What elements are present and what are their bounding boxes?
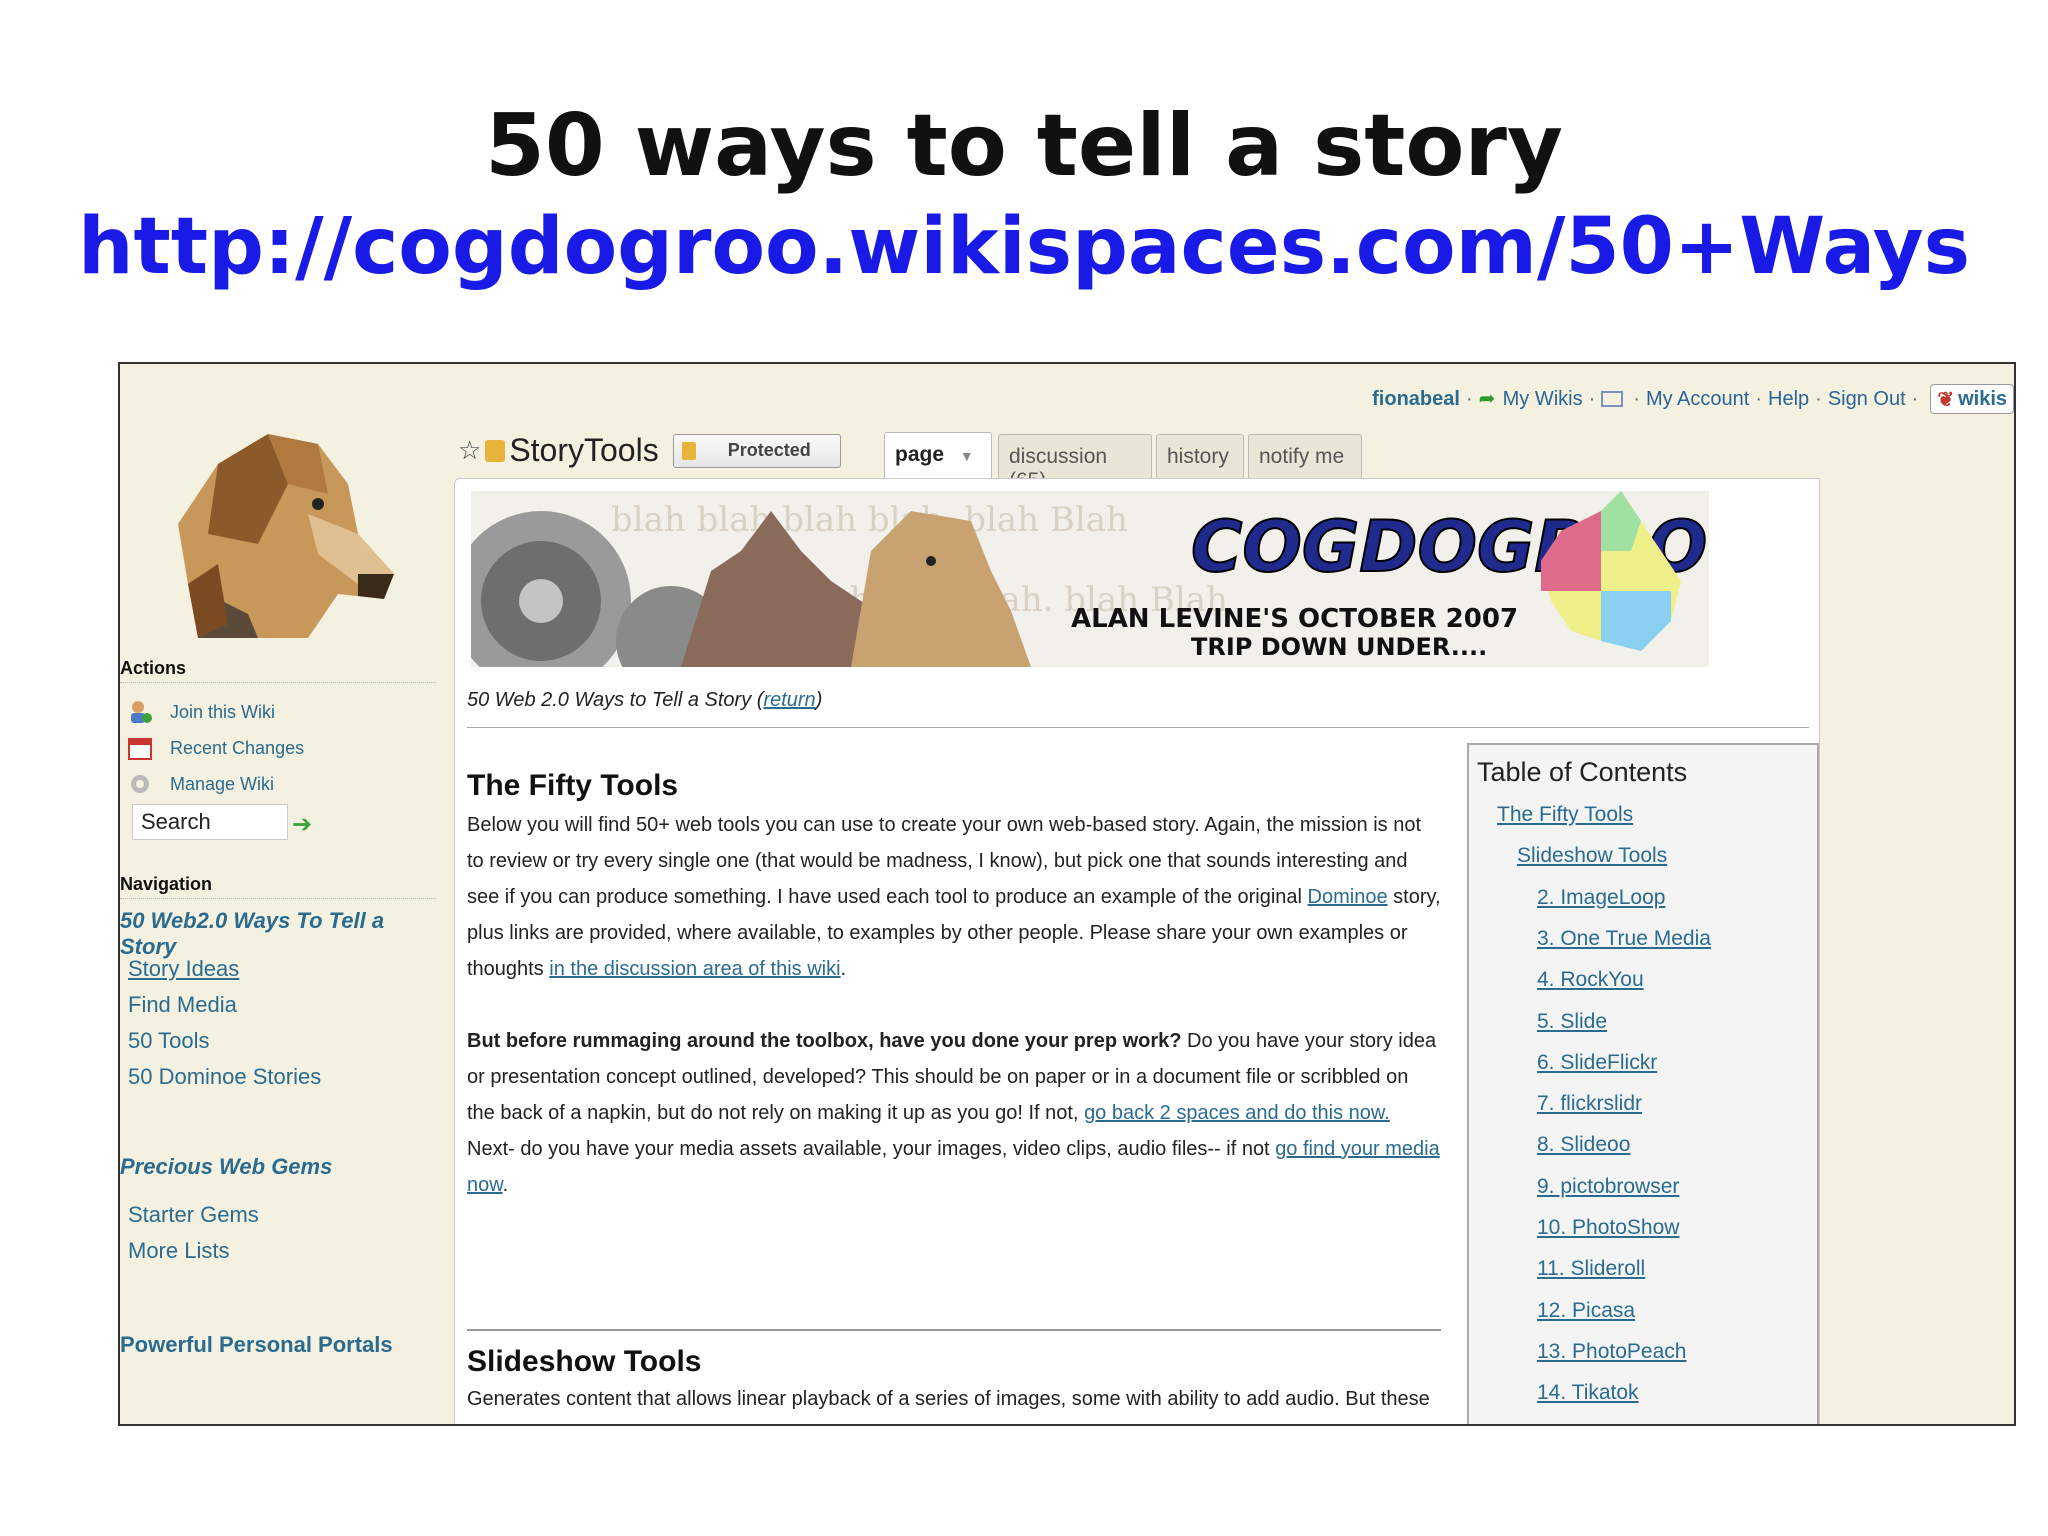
toc-item[interactable]: 13. PhotoPeach <box>1537 1340 1686 1364</box>
toc-item[interactable]: 3. One True Media <box>1537 927 1711 951</box>
slide-title: 50 ways to tell a story <box>485 96 1563 196</box>
return-link[interactable]: return <box>763 689 815 711</box>
padlock-icon <box>681 441 696 460</box>
dog-logo <box>178 434 394 638</box>
toc-item[interactable]: 7. flickrslidr <box>1537 1092 1642 1116</box>
actions-heading: Actions <box>120 658 436 683</box>
toc-item[interactable]: 5. Slide <box>1537 1010 1607 1034</box>
toc-item[interactable]: 2. ImageLoop <box>1537 886 1665 910</box>
nav-starter-gems[interactable]: Starter Gems <box>128 1202 259 1228</box>
portals-heading[interactable]: Powerful Personal Portals <box>120 1332 393 1358</box>
lock-icon <box>485 439 506 462</box>
toc-item[interactable]: The Fifty Tools <box>1497 803 1633 827</box>
sign-out-link[interactable]: Sign Out <box>1828 388 1906 411</box>
toc-item[interactable]: 4. RockYou <box>1537 968 1644 992</box>
section-fifty-tools-heading: The Fifty Tools <box>467 769 679 802</box>
manage-wiki-action[interactable]: Manage Wiki <box>128 772 274 796</box>
gear-icon <box>128 772 152 796</box>
slideshow-paragraph: Generates content that allows linear pla… <box>467 1388 1430 1410</box>
discussion-link[interactable]: in the discussion area of this wiki <box>549 958 840 980</box>
toc-item[interactable]: 12. Picasa <box>1537 1299 1635 1323</box>
cogdogroo-banner: blah blah blah blah. blah Blah blah blah… <box>471 491 1709 667</box>
star-icon[interactable]: ☆ <box>458 435 481 466</box>
toc-item[interactable]: 6. SlideFlickr <box>1537 1051 1657 1075</box>
page-header: ☆ StoryTools Protected <box>458 432 841 469</box>
prep-paragraph: But before rummaging around the toolbox,… <box>467 1030 1440 1196</box>
chevron-down-icon: ▼ <box>959 448 974 464</box>
recent-changes-action[interactable]: Recent Changes <box>128 736 304 760</box>
page-title: StoryTools <box>509 432 659 468</box>
username[interactable]: fionabeal <box>1372 388 1460 411</box>
dominoe-link[interactable]: Dominoe <box>1308 886 1388 908</box>
wiki-screenshot: fionabeal · ➦ My Wikis · · My Account · … <box>118 362 2016 1426</box>
nav-50-tools[interactable]: 50 Tools <box>128 1028 210 1054</box>
tab-notify-me[interactable]: notify me <box>1248 434 1362 478</box>
nav-title-link[interactable]: 50 Web2.0 Ways To Tell a Story <box>120 908 440 960</box>
page-caption: 50 Web 2.0 Ways to Tell a Story (return) <box>467 689 823 711</box>
slide-url[interactable]: http://cogdogroo.wikispaces.com/50+Ways <box>0 202 2048 292</box>
section-divider <box>467 1329 1441 1331</box>
toc-item[interactable]: Slideshow Tools <box>1517 844 1667 868</box>
section-slideshow-heading: Slideshow Tools <box>467 1345 702 1378</box>
divider <box>467 727 1809 728</box>
toc-item[interactable]: 11. Slideroll <box>1537 1257 1645 1281</box>
toc-item[interactable]: 8. Slideoo <box>1537 1133 1630 1157</box>
leaf-icon: ❦ <box>1937 388 1955 411</box>
my-account-link[interactable]: My Account <box>1646 388 1749 411</box>
go-back-link[interactable]: go back 2 spaces and do this now. <box>1084 1102 1390 1124</box>
toc-title: Table of Contents <box>1477 757 1688 787</box>
search-go-icon[interactable]: ➔ <box>292 810 312 839</box>
page-content: blah blah blah blah. blah Blah blah blah… <box>454 478 1820 1424</box>
navigation-heading: Navigation <box>120 874 436 899</box>
calendar-icon <box>128 736 152 760</box>
toc-item[interactable]: 9. pictobrowser <box>1537 1175 1679 1199</box>
toc-item[interactable]: 10. PhotoShow <box>1537 1216 1679 1240</box>
mail-icon[interactable] <box>1601 391 1624 407</box>
user-bar: fionabeal · ➦ My Wikis · · My Account · … <box>1372 382 2014 416</box>
nav-dominoe-stories[interactable]: 50 Dominoe Stories <box>128 1064 321 1090</box>
nav-find-media[interactable]: Find Media <box>128 992 237 1018</box>
prep-question: But before rummaging around the toolbox,… <box>467 1030 1182 1052</box>
search-input[interactable]: Search <box>132 804 288 840</box>
gems-heading[interactable]: Precious Web Gems <box>120 1154 332 1180</box>
table-of-contents: Table of Contents The Fifty Tools Slidesh… <box>1467 743 1819 1424</box>
arrow-icon: ➦ <box>1478 388 1496 410</box>
user-add-icon <box>128 700 152 724</box>
protected-badge: Protected <box>672 433 841 468</box>
nav-more-lists[interactable]: More Lists <box>128 1238 229 1264</box>
tab-page[interactable]: page ▼ <box>884 432 992 482</box>
tab-history[interactable]: history <box>1156 434 1244 478</box>
join-wiki-action[interactable]: Join this Wiki <box>128 700 275 724</box>
tab-discussion[interactable]: discussion (65) <box>998 434 1152 492</box>
intro-paragraph: Below you will find 50+ web tools you ca… <box>467 814 1441 980</box>
svg-text:TRIP DOWN UNDER....: TRIP DOWN UNDER.... <box>1191 633 1487 661</box>
nav-story-ideas[interactable]: Story Ideas <box>128 956 239 982</box>
help-link[interactable]: Help <box>1768 388 1809 411</box>
toc-item[interactable]: 14. Tikatok <box>1537 1381 1639 1405</box>
svg-text:ALAN LEVINE'S OCTOBER 2007: ALAN LEVINE'S OCTOBER 2007 <box>1071 604 1518 634</box>
sidebar: Actions Join this Wiki Recent Changes Ma… <box>120 364 440 1424</box>
my-wikis-link[interactable]: My Wikis <box>1503 388 1583 411</box>
wikispaces-badge[interactable]: ❦ wikis <box>1930 384 2014 414</box>
svg-text:blah blah blah blah. blah Blah: blah blah blah blah. blah Blah <box>611 500 1128 540</box>
